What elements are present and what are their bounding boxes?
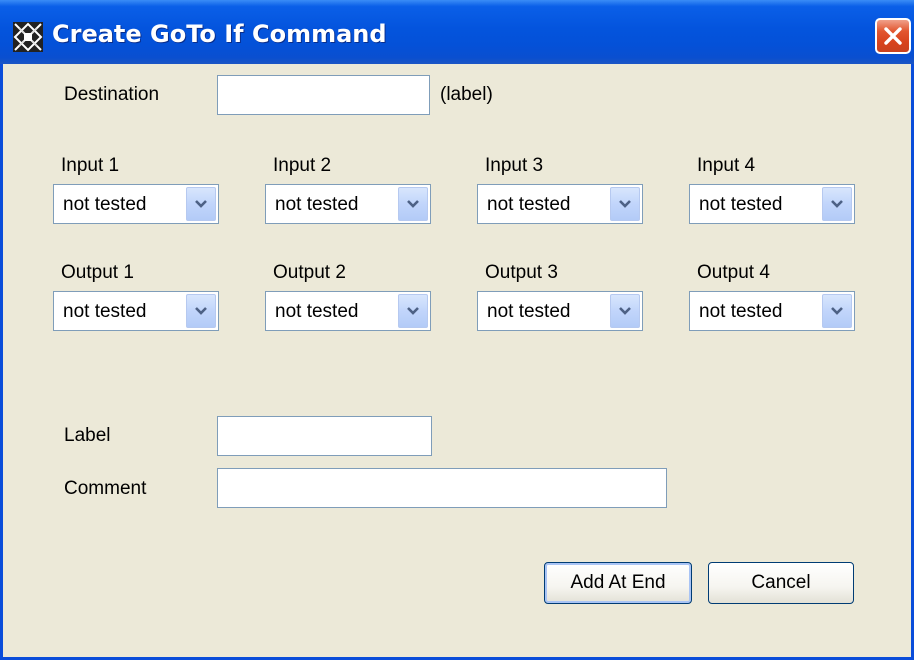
input-4-value: not tested [699, 194, 783, 215]
output-1-label: Output 1 [61, 262, 134, 283]
dropdown-button[interactable] [610, 187, 640, 221]
chevron-down-icon [619, 200, 631, 208]
destination-input[interactable] [217, 75, 430, 115]
dropdown-button[interactable] [398, 294, 428, 328]
dropdown-button[interactable] [186, 294, 216, 328]
pattern-icon [13, 22, 43, 52]
output-4-value: not tested [699, 301, 783, 322]
input-4-select[interactable]: not tested [689, 184, 855, 224]
output-2-value: not tested [275, 301, 359, 322]
dropdown-button[interactable] [822, 294, 852, 328]
input-3-select[interactable]: not tested [477, 184, 643, 224]
label-field-label: Label [64, 425, 111, 446]
output-4-label: Output 4 [697, 262, 770, 283]
input-1-select[interactable]: not tested [53, 184, 219, 224]
title-bar[interactable]: Create GoTo If Command [0, 0, 914, 64]
chevron-down-icon [195, 307, 207, 315]
output-3-select[interactable]: not tested [477, 291, 643, 331]
output-2-label: Output 2 [273, 262, 346, 283]
destination-label: Destination [64, 84, 160, 105]
input-2-label: Input 2 [273, 155, 332, 176]
chevron-down-icon [195, 200, 207, 208]
output-1-value: not tested [63, 301, 147, 322]
chevron-down-icon [619, 307, 631, 315]
chevron-down-icon [407, 307, 419, 315]
cancel-button[interactable]: Cancel [708, 562, 854, 604]
input-2-select[interactable]: not tested [265, 184, 431, 224]
input-2-value: not tested [275, 194, 359, 215]
dropdown-button[interactable] [610, 294, 640, 328]
dropdown-button[interactable] [398, 187, 428, 221]
input-4-label: Input 4 [697, 155, 756, 176]
comment-field-label: Comment [64, 478, 147, 499]
close-icon [884, 27, 902, 45]
window-title: Create GoTo If Command [52, 20, 387, 48]
chevron-down-icon [407, 200, 419, 208]
input-3-label: Input 3 [485, 155, 544, 176]
label-input[interactable] [217, 416, 432, 456]
input-1-value: not tested [63, 194, 147, 215]
close-button[interactable] [875, 18, 911, 54]
output-3-value: not tested [487, 301, 571, 322]
output-4-select[interactable]: not tested [689, 291, 855, 331]
dropdown-button[interactable] [822, 187, 852, 221]
chevron-down-icon [831, 200, 843, 208]
dropdown-button[interactable] [186, 187, 216, 221]
chevron-down-icon [831, 307, 843, 315]
output-3-label: Output 3 [485, 262, 558, 283]
comment-input[interactable] [217, 468, 667, 508]
output-2-select[interactable]: not tested [265, 291, 431, 331]
destination-hint: (label) [440, 84, 493, 105]
input-3-value: not tested [487, 194, 571, 215]
output-1-select[interactable]: not tested [53, 291, 219, 331]
add-at-end-button[interactable]: Add At End [544, 562, 692, 604]
input-1-label: Input 1 [61, 155, 120, 176]
